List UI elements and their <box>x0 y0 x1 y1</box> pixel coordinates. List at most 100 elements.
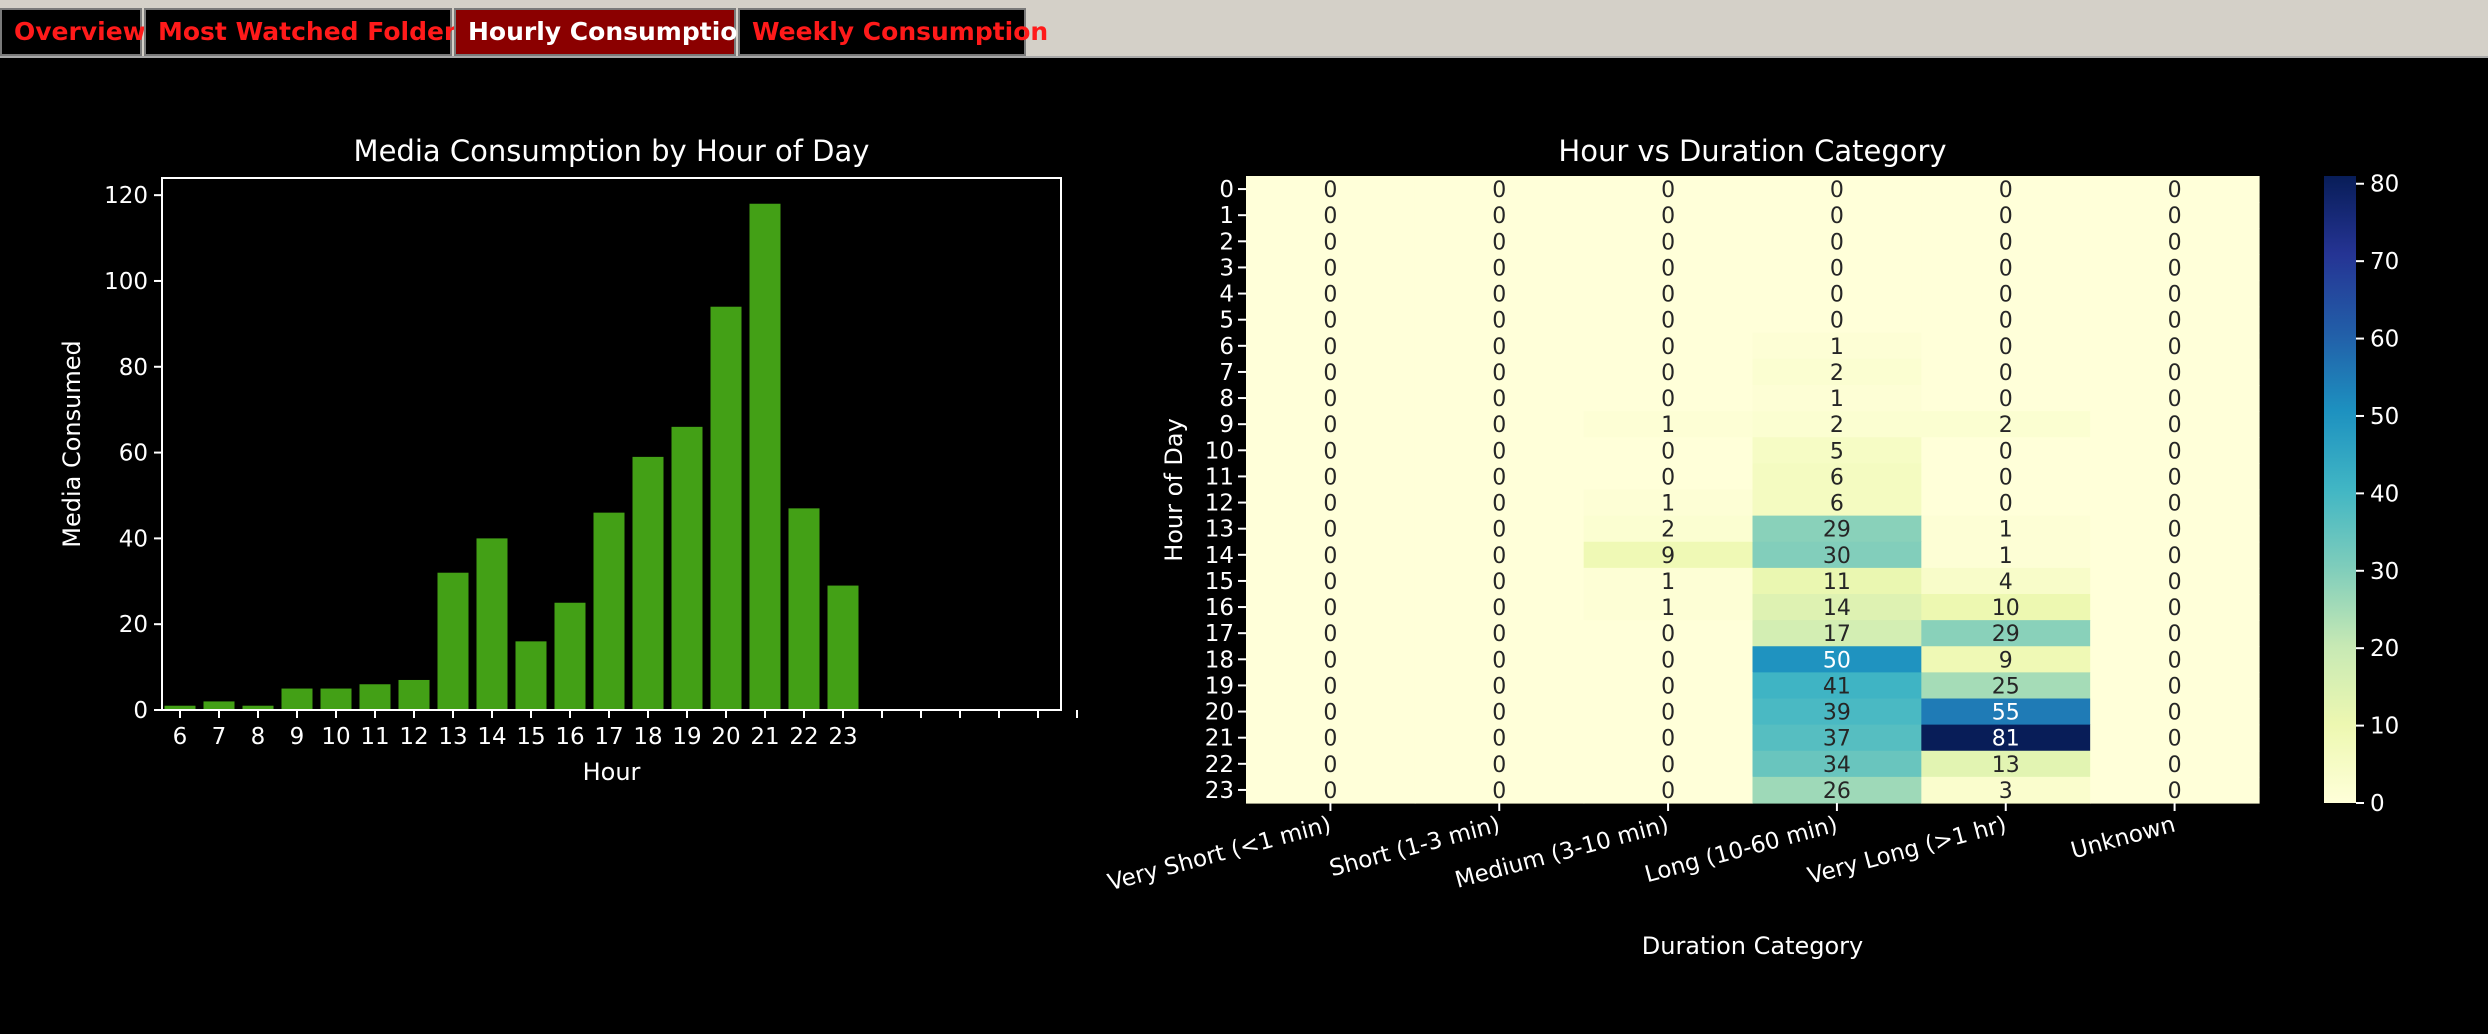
cell-value: 14 <box>1823 596 1851 621</box>
cell-value: 4 <box>1999 570 2013 595</box>
x-tick-label: 20 <box>711 724 740 750</box>
x-tick-label: 8 <box>251 724 266 750</box>
cell-value: 9 <box>1661 544 1675 569</box>
cell-value: 0 <box>2168 779 2182 804</box>
x-tick-label: 9 <box>290 724 305 750</box>
y-tick-label: 6 <box>1219 334 1234 360</box>
cell-value: 0 <box>1323 492 1337 517</box>
y-tick-label: 14 <box>1205 543 1234 569</box>
cell-value: 9 <box>1999 648 2013 673</box>
cell-value: 1 <box>1661 596 1675 621</box>
cell-value: 0 <box>1830 309 1844 334</box>
cell-value: 0 <box>2168 335 2182 360</box>
cell-value: 0 <box>1661 753 1675 778</box>
colorbar-tick-label: 30 <box>2370 559 2399 585</box>
cell-value: 29 <box>1823 518 1851 543</box>
cell-value: 0 <box>1999 335 2013 360</box>
cell-value: 0 <box>1999 465 2013 490</box>
cell-value: 1 <box>1661 492 1675 517</box>
tab-weekly-consumption[interactable]: Weekly Consumption <box>738 8 1048 56</box>
cell-value: 0 <box>1492 753 1506 778</box>
x-tick-label: 6 <box>173 724 188 750</box>
x-tick-label: 15 <box>516 724 545 750</box>
cell-value: 1 <box>1661 570 1675 595</box>
cell-value: 0 <box>2168 387 2182 412</box>
tab-overview[interactable]: Overview <box>0 8 146 56</box>
cell-value: 0 <box>1661 465 1675 490</box>
y-tick-label: 10 <box>1205 438 1234 464</box>
bar <box>554 602 586 710</box>
cell-value: 2 <box>1999 413 2013 438</box>
bar <box>827 585 859 710</box>
y-tick-label: 40 <box>119 526 148 552</box>
cell-value: 0 <box>1492 335 1506 360</box>
cell-value: 0 <box>1323 335 1337 360</box>
colorbar-tick-label: 0 <box>2370 791 2385 817</box>
cell-value: 0 <box>2168 230 2182 255</box>
cell-value: 0 <box>2168 413 2182 438</box>
bar <box>788 508 820 710</box>
cell-value: 6 <box>1830 465 1844 490</box>
cell-value: 0 <box>1661 622 1675 647</box>
cell-value: 0 <box>1323 570 1337 595</box>
cell-value: 0 <box>2168 309 2182 334</box>
y-tick-label: 3 <box>1219 255 1234 281</box>
colorbar-tick-label: 70 <box>2370 249 2399 275</box>
cell-value: 0 <box>1323 622 1337 647</box>
cell-value: 2 <box>1830 361 1844 386</box>
y-tick-label: 18 <box>1205 647 1234 673</box>
y-tick-label: 100 <box>104 269 148 295</box>
tab-most-watched-folders[interactable]: Most Watched Folders <box>144 8 471 56</box>
heatmap-chart: 0 0 0 0 0 00 0 0 0 0 00 0 0 0 0 00 0 0 0 0 00 0 0 0 0 00 0 0 0 0 00 0 0 1… <box>1105 134 2399 960</box>
x-axis-label: Duration Category <box>1642 932 1864 960</box>
colorbar-tick-label: 60 <box>2370 327 2399 353</box>
y-tick-label: 60 <box>119 441 148 467</box>
cell-value: 25 <box>1992 674 2020 699</box>
x-tick-label: 11 <box>360 724 389 750</box>
charts-figure: 0204060801001206 7 8 9 10 11 12 13 14 15 16 17 18 19 2… <box>58 134 2399 960</box>
cell-value: 0 <box>1661 230 1675 255</box>
bar <box>749 203 781 710</box>
cell-value: 0 <box>2168 674 2182 699</box>
cell-value: 0 <box>1323 387 1337 412</box>
cell-value: 0 <box>1999 309 2013 334</box>
cell-value: 0 <box>2168 648 2182 673</box>
cell-value: 0 <box>1661 779 1675 804</box>
y-tick-label: 17 <box>1205 621 1234 647</box>
cell-value: 0 <box>1492 727 1506 752</box>
cell-value: 0 <box>1492 570 1506 595</box>
y-tick-label: 4 <box>1219 282 1234 308</box>
cell-value: 0 <box>1323 439 1337 464</box>
x-tick-label: 17 <box>594 724 623 750</box>
cell-value: 0 <box>1999 230 2013 255</box>
x-tick-label: 22 <box>789 724 818 750</box>
cell-value: 81 <box>1992 727 2020 752</box>
colorbar <box>2324 176 2356 803</box>
y-tick-label: 19 <box>1205 673 1234 699</box>
chart-title: Media Consumption by Hour of Day <box>354 134 870 168</box>
chart-title: Hour vs Duration Category <box>1558 134 1946 168</box>
colorbar-tick-label: 10 <box>2370 714 2399 740</box>
cell-value: 0 <box>1661 439 1675 464</box>
bar <box>203 701 235 710</box>
cell-value: 0 <box>2168 361 2182 386</box>
cell-value: 0 <box>1661 648 1675 673</box>
y-tick-label: 0 <box>1219 177 1234 203</box>
cell-value: 34 <box>1823 753 1851 778</box>
bar <box>671 426 703 710</box>
cell-value: 0 <box>1661 309 1675 334</box>
x-tick-label: 21 <box>750 724 779 750</box>
cell-value: 0 <box>1661 204 1675 229</box>
x-tick-label: 23 <box>828 724 857 750</box>
y-tick-label: 13 <box>1205 517 1234 543</box>
tab-hourly-consumption[interactable]: Hourly Consumption <box>454 8 755 56</box>
cell-value: 0 <box>1492 413 1506 438</box>
cell-value: 0 <box>1323 727 1337 752</box>
x-tick-label: 18 <box>633 724 662 750</box>
x-tick-label: 14 <box>477 724 506 750</box>
cell-value: 0 <box>1492 256 1506 281</box>
cell-value: 0 <box>2168 753 2182 778</box>
cell-value: 50 <box>1823 648 1851 673</box>
cell-value: 0 <box>1492 544 1506 569</box>
cell-value: 0 <box>1323 230 1337 255</box>
